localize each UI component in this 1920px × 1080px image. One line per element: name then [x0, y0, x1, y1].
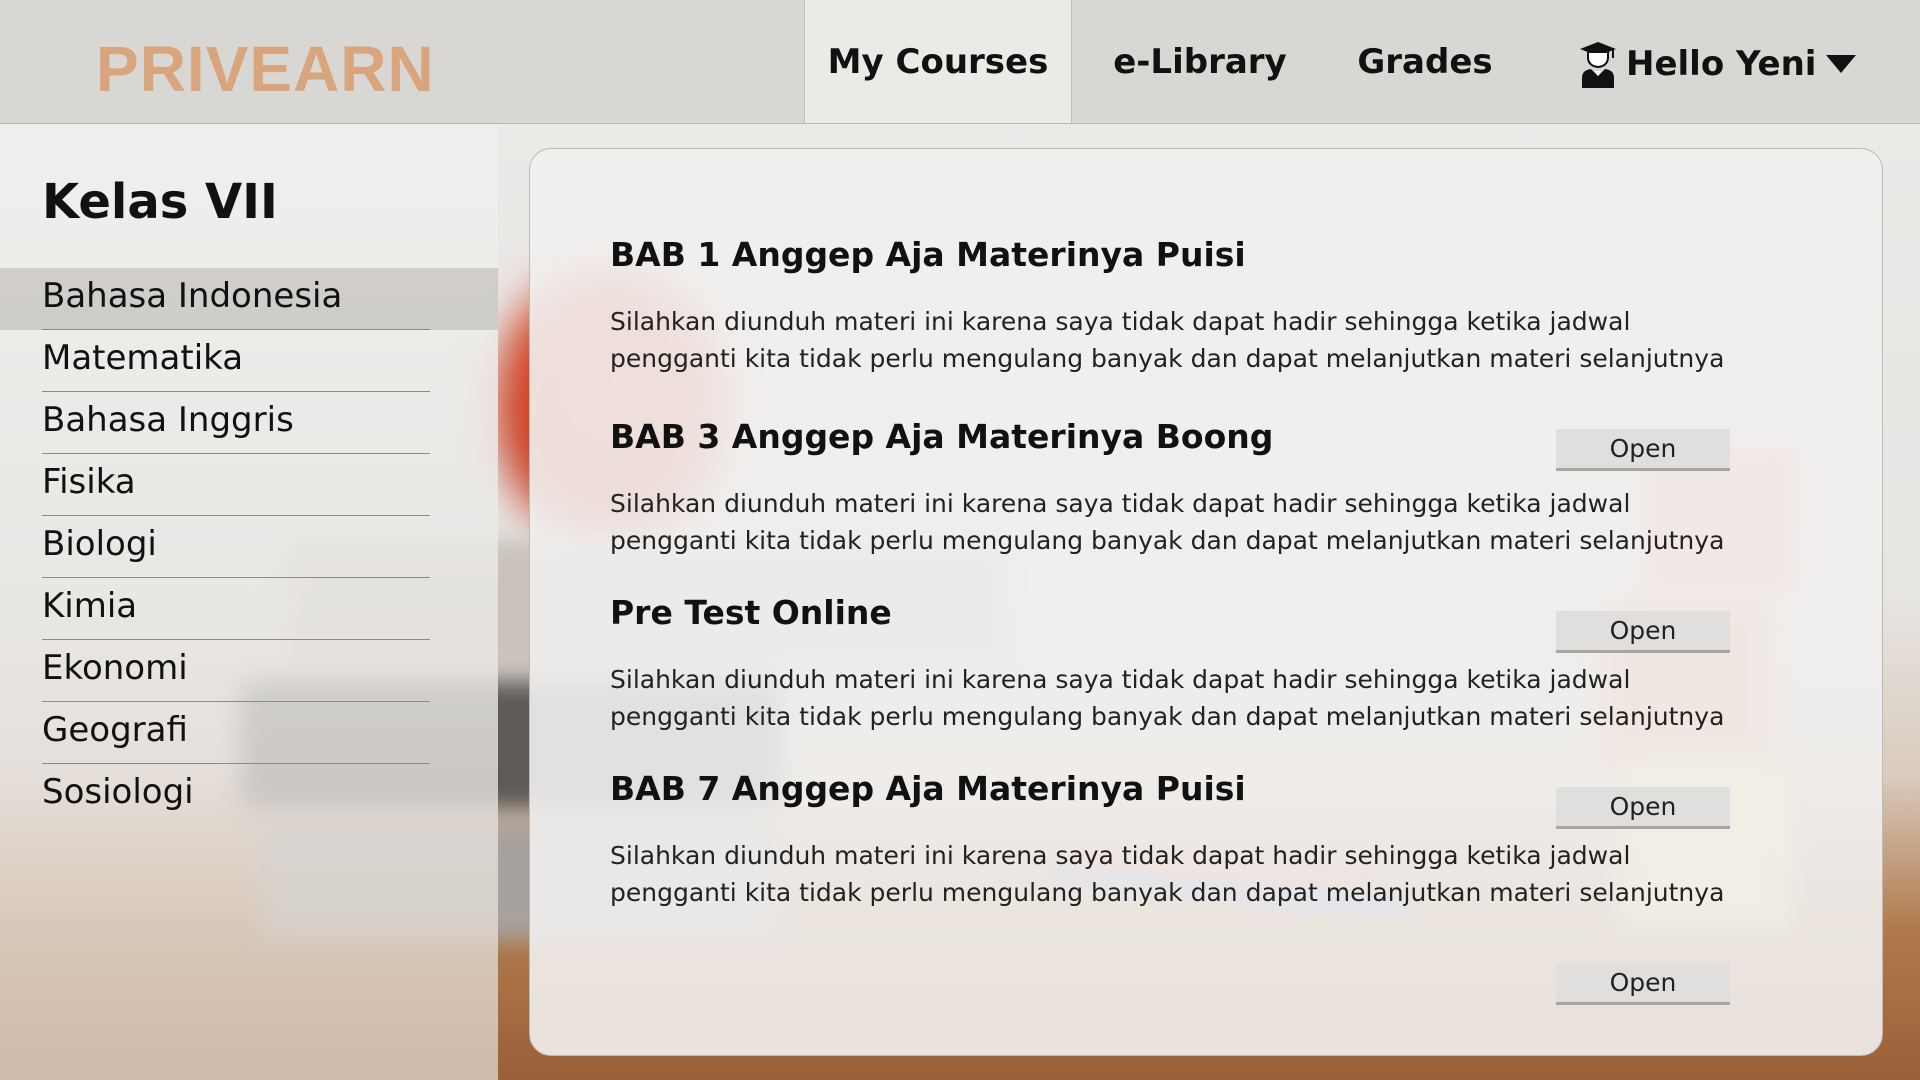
sidebar-item-kimia[interactable]: Kimia — [0, 578, 498, 640]
nav-e-library[interactable]: e-Library — [1100, 0, 1300, 123]
sidebar-item-label: Fisika — [42, 462, 136, 502]
user-menu[interactable]: Hello Yeni — [1578, 40, 1864, 88]
course-description: Silahkan diunduh materi ini karena saya … — [610, 489, 1725, 555]
sidebar-item-sosiologi[interactable]: Sosiologi — [0, 764, 498, 826]
sidebar-item-label: Geografi — [42, 710, 188, 750]
nav-my-courses-label: My Courses — [827, 41, 1049, 82]
course-item: Pre Test Online Silahkan diunduh materi … — [610, 593, 1790, 829]
sidebar-item-label: Bahasa Inggris — [42, 400, 294, 440]
course-item: BAB 7 Anggep Aja Materinya Puisi Silahka… — [610, 769, 1790, 1005]
sidebar-item-label: Biologi — [42, 524, 157, 564]
sidebar-item-bahasa-indonesia[interactable]: Bahasa Indonesia — [0, 268, 498, 330]
sidebar-item-label: Matematika — [42, 338, 244, 378]
course-materials-panel: BAB 1 Anggep Aja Materinya Puisi Silahka… — [529, 148, 1883, 1056]
course-item: BAB 3 Anggep Aja Materinya Boong Silahka… — [610, 417, 1790, 653]
sidebar-item-bahasa-inggris[interactable]: Bahasa Inggris — [0, 392, 498, 454]
brand-logo[interactable]: PRIVEARN — [96, 32, 435, 106]
sidebar-item-ekonomi[interactable]: Ekonomi — [0, 640, 498, 702]
course-item: BAB 1 Anggep Aja Materinya Puisi Silahka… — [610, 235, 1790, 471]
graduate-user-icon — [1580, 42, 1616, 88]
sidebar-item-matematika[interactable]: Matematika — [0, 330, 498, 392]
sidebar-item-label: Kimia — [42, 586, 138, 626]
nav-grades-label: Grades — [1357, 41, 1493, 82]
subject-sidebar: Kelas VII Bahasa Indonesia Matematika Ba… — [0, 124, 498, 1080]
caret-down-icon[interactable] — [1826, 55, 1857, 73]
course-title: Pre Test Online — [610, 593, 892, 632]
course-description: Silahkan diunduh materi ini karena saya … — [610, 307, 1725, 373]
course-description: Silahkan diunduh materi ini karena saya … — [610, 841, 1725, 907]
user-greeting: Hello Yeni — [1626, 44, 1817, 84]
sidebar-item-geografi[interactable]: Geografi — [0, 702, 498, 764]
sidebar-item-biologi[interactable]: Biologi — [0, 516, 498, 578]
open-button[interactable]: Open — [1556, 963, 1730, 1005]
course-title: BAB 7 Anggep Aja Materinya Puisi — [610, 769, 1246, 808]
sidebar-item-fisika[interactable]: Fisika — [0, 454, 498, 516]
sidebar-item-label: Ekonomi — [42, 648, 188, 688]
sidebar-item-label: Bahasa Indonesia — [42, 276, 343, 316]
sidebar-item-label: Sosiologi — [42, 772, 194, 812]
nav-grades[interactable]: Grades — [1340, 0, 1510, 123]
class-title: Kelas VII — [42, 174, 278, 230]
nav-my-courses[interactable]: My Courses — [804, 0, 1072, 123]
course-title: BAB 3 Anggep Aja Materinya Boong — [610, 417, 1274, 456]
subject-list: Bahasa Indonesia Matematika Bahasa Inggr… — [0, 268, 498, 826]
course-description: Silahkan diunduh materi ini karena saya … — [610, 665, 1725, 731]
nav-e-library-label: e-Library — [1113, 41, 1287, 82]
top-navigation-bar: PRIVEARN My Courses e-Library Grades Hel… — [0, 0, 1920, 124]
course-title: BAB 1 Anggep Aja Materinya Puisi — [610, 235, 1246, 274]
